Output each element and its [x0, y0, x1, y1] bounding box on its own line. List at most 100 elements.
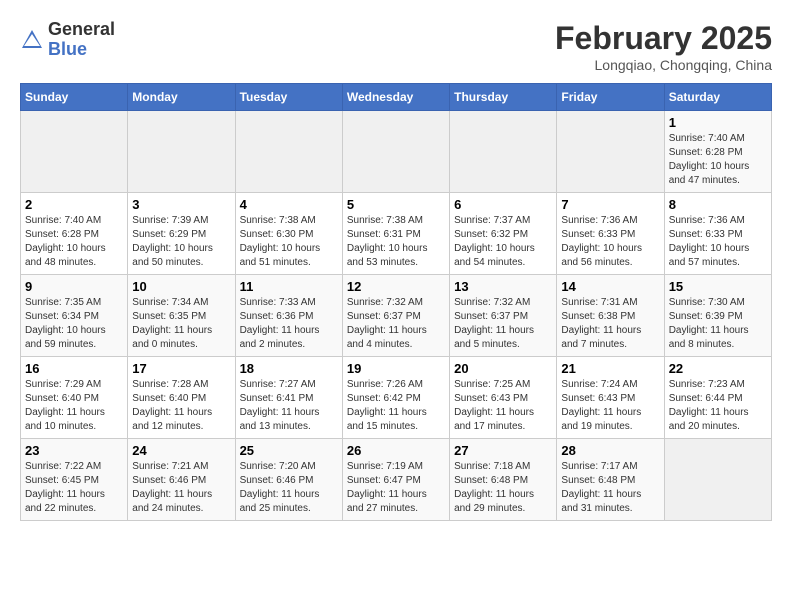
- calendar-table: SundayMondayTuesdayWednesdayThursdayFrid…: [20, 83, 772, 521]
- day-number: 3: [132, 197, 230, 212]
- calendar-cell: [342, 111, 449, 193]
- day-info: Sunrise: 7:32 AM Sunset: 6:37 PM Dayligh…: [454, 296, 552, 352]
- calendar-cell: 16Sunrise: 7:29 AM Sunset: 6:40 PM Dayli…: [21, 357, 128, 439]
- day-number: 4: [240, 197, 338, 212]
- calendar-cell: 9 Sunrise: 7:35 AM Sunset: 6:34 PM Daylig…: [21, 275, 128, 357]
- calendar-cell: 27 Sunrise: 7:18 AM Sunset: 6:48 PM Dayli…: [450, 439, 557, 521]
- calendar-cell: 7 Sunrise: 7:36 AM Sunset: 6:33 PM Daylig…: [557, 193, 664, 275]
- calendar-cell: 1Sunrise: 7:40 AM Sunset: 6:28 PM Daylig…: [664, 111, 771, 193]
- day-info: Sunrise: 7:20 AM Sunset: 6:46 PM Dayligh…: [240, 460, 338, 516]
- page-header: General Blue February 2025 Longqiao, Cho…: [20, 20, 772, 73]
- calendar-cell: 12 Sunrise: 7:32 AM Sunset: 6:37 PM Dayli…: [342, 275, 449, 357]
- location: Longqiao, Chongqing, China: [555, 57, 772, 73]
- calendar-cell: 25 Sunrise: 7:20 AM Sunset: 6:46 PM Dayli…: [235, 439, 342, 521]
- week-row-0: 1Sunrise: 7:40 AM Sunset: 6:28 PM Daylig…: [21, 111, 772, 193]
- day-number: 1: [669, 115, 767, 130]
- day-info: Sunrise: 7:38 AM Sunset: 6:31 PM Dayligh…: [347, 214, 445, 270]
- calendar-cell: 5 Sunrise: 7:38 AM Sunset: 6:31 PM Daylig…: [342, 193, 449, 275]
- day-info: Sunrise: 7:33 AM Sunset: 6:36 PM Dayligh…: [240, 296, 338, 352]
- weekday-header-row: SundayMondayTuesdayWednesdayThursdayFrid…: [21, 84, 772, 111]
- calendar-cell: 3 Sunrise: 7:39 AM Sunset: 6:29 PM Daylig…: [128, 193, 235, 275]
- day-info: Sunrise: 7:17 AM Sunset: 6:48 PM Dayligh…: [561, 460, 659, 516]
- calendar-cell: 14 Sunrise: 7:31 AM Sunset: 6:38 PM Dayli…: [557, 275, 664, 357]
- calendar-cell: 19Sunrise: 7:26 AM Sunset: 6:42 PM Dayli…: [342, 357, 449, 439]
- weekday-header-saturday: Saturday: [664, 84, 771, 111]
- day-info: Sunrise: 7:24 AM Sunset: 6:43 PM Dayligh…: [561, 378, 659, 434]
- calendar-cell: 24Sunrise: 7:21 AM Sunset: 6:46 PM Dayli…: [128, 439, 235, 521]
- calendar-cell: 8 Sunrise: 7:36 AM Sunset: 6:33 PM Daylig…: [664, 193, 771, 275]
- logo: General Blue: [20, 20, 115, 60]
- calendar-cell: [557, 111, 664, 193]
- day-info: Sunrise: 7:32 AM Sunset: 6:37 PM Dayligh…: [347, 296, 445, 352]
- weekday-header-tuesday: Tuesday: [235, 84, 342, 111]
- day-number: 23: [25, 443, 123, 458]
- calendar-cell: 26 Sunrise: 7:19 AM Sunset: 6:47 PM Dayli…: [342, 439, 449, 521]
- logo-blue-text: Blue: [48, 40, 115, 60]
- title-area: February 2025 Longqiao, Chongqing, China: [555, 20, 772, 73]
- calendar-cell: 15 Sunrise: 7:30 AM Sunset: 6:39 PM Dayli…: [664, 275, 771, 357]
- calendar-cell: 13 Sunrise: 7:32 AM Sunset: 6:37 PM Dayli…: [450, 275, 557, 357]
- day-info: Sunrise: 7:28 AM Sunset: 6:40 PM Dayligh…: [132, 378, 230, 434]
- calendar-cell: 2Sunrise: 7:40 AM Sunset: 6:28 PM Daylig…: [21, 193, 128, 275]
- day-number: 15: [669, 279, 767, 294]
- calendar-cell: 6Sunrise: 7:37 AM Sunset: 6:32 PM Daylig…: [450, 193, 557, 275]
- day-number: 11: [240, 279, 338, 294]
- day-info: Sunrise: 7:23 AM Sunset: 6:44 PM Dayligh…: [669, 378, 767, 434]
- day-number: 27: [454, 443, 552, 458]
- day-number: 14: [561, 279, 659, 294]
- calendar-cell: [450, 111, 557, 193]
- day-number: 24: [132, 443, 230, 458]
- day-number: 17: [132, 361, 230, 376]
- calendar-cell: [664, 439, 771, 521]
- calendar-cell: 11 Sunrise: 7:33 AM Sunset: 6:36 PM Dayli…: [235, 275, 342, 357]
- weekday-header-thursday: Thursday: [450, 84, 557, 111]
- day-number: 12: [347, 279, 445, 294]
- day-info: Sunrise: 7:19 AM Sunset: 6:47 PM Dayligh…: [347, 460, 445, 516]
- day-info: Sunrise: 7:35 AM Sunset: 6:34 PM Dayligh…: [25, 296, 123, 352]
- day-info: Sunrise: 7:30 AM Sunset: 6:39 PM Dayligh…: [669, 296, 767, 352]
- day-number: 10: [132, 279, 230, 294]
- calendar-cell: 4 Sunrise: 7:38 AM Sunset: 6:30 PM Daylig…: [235, 193, 342, 275]
- day-info: Sunrise: 7:25 AM Sunset: 6:43 PM Dayligh…: [454, 378, 552, 434]
- week-row-3: 16Sunrise: 7:29 AM Sunset: 6:40 PM Dayli…: [21, 357, 772, 439]
- day-info: Sunrise: 7:27 AM Sunset: 6:41 PM Dayligh…: [240, 378, 338, 434]
- day-info: Sunrise: 7:36 AM Sunset: 6:33 PM Dayligh…: [561, 214, 659, 270]
- day-number: 25: [240, 443, 338, 458]
- day-info: Sunrise: 7:18 AM Sunset: 6:48 PM Dayligh…: [454, 460, 552, 516]
- weekday-header-monday: Monday: [128, 84, 235, 111]
- day-number: 28: [561, 443, 659, 458]
- day-info: Sunrise: 7:31 AM Sunset: 6:38 PM Dayligh…: [561, 296, 659, 352]
- day-info: Sunrise: 7:40 AM Sunset: 6:28 PM Dayligh…: [25, 214, 123, 270]
- calendar-cell: 18Sunrise: 7:27 AM Sunset: 6:41 PM Dayli…: [235, 357, 342, 439]
- weekday-header-friday: Friday: [557, 84, 664, 111]
- calendar-cell: [128, 111, 235, 193]
- day-info: Sunrise: 7:29 AM Sunset: 6:40 PM Dayligh…: [25, 378, 123, 434]
- day-number: 8: [669, 197, 767, 212]
- day-info: Sunrise: 7:26 AM Sunset: 6:42 PM Dayligh…: [347, 378, 445, 434]
- day-info: Sunrise: 7:39 AM Sunset: 6:29 PM Dayligh…: [132, 214, 230, 270]
- day-info: Sunrise: 7:22 AM Sunset: 6:45 PM Dayligh…: [25, 460, 123, 516]
- day-number: 6: [454, 197, 552, 212]
- day-number: 20: [454, 361, 552, 376]
- calendar-cell: 17 Sunrise: 7:28 AM Sunset: 6:40 PM Dayli…: [128, 357, 235, 439]
- week-row-2: 9 Sunrise: 7:35 AM Sunset: 6:34 PM Daylig…: [21, 275, 772, 357]
- calendar-cell: [235, 111, 342, 193]
- logo-icon: [20, 28, 44, 52]
- logo-text: General Blue: [48, 20, 115, 60]
- day-number: 13: [454, 279, 552, 294]
- day-number: 26: [347, 443, 445, 458]
- day-number: 22: [669, 361, 767, 376]
- calendar-cell: 21Sunrise: 7:24 AM Sunset: 6:43 PM Dayli…: [557, 357, 664, 439]
- week-row-1: 2Sunrise: 7:40 AM Sunset: 6:28 PM Daylig…: [21, 193, 772, 275]
- calendar-cell: 22 Sunrise: 7:23 AM Sunset: 6:44 PM Dayli…: [664, 357, 771, 439]
- day-info: Sunrise: 7:36 AM Sunset: 6:33 PM Dayligh…: [669, 214, 767, 270]
- day-number: 7: [561, 197, 659, 212]
- day-number: 9: [25, 279, 123, 294]
- month-title: February 2025: [555, 20, 772, 57]
- day-info: Sunrise: 7:38 AM Sunset: 6:30 PM Dayligh…: [240, 214, 338, 270]
- weekday-header-sunday: Sunday: [21, 84, 128, 111]
- day-number: 5: [347, 197, 445, 212]
- weekday-header-wednesday: Wednesday: [342, 84, 449, 111]
- calendar-cell: 10Sunrise: 7:34 AM Sunset: 6:35 PM Dayli…: [128, 275, 235, 357]
- logo-general-text: General: [48, 20, 115, 40]
